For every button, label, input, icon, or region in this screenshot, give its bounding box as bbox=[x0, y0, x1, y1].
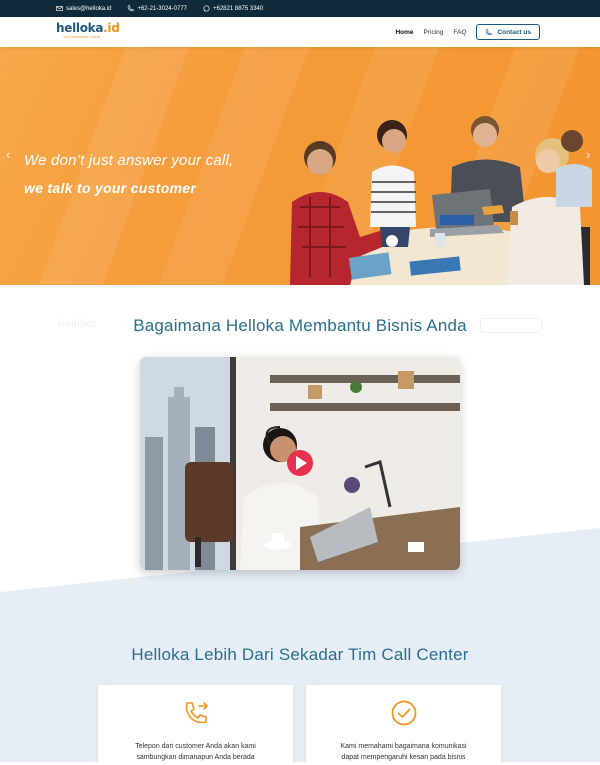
topbar-email[interactable]: sales@helloka.id bbox=[56, 5, 111, 12]
topbar-whatsapp[interactable]: +62821 8875 3340 bbox=[203, 5, 263, 12]
nav-item-home[interactable]: Home bbox=[395, 29, 413, 36]
contact-us-button[interactable]: Contact us bbox=[476, 24, 540, 40]
hero-team-photo bbox=[290, 116, 592, 285]
section-help-title: Bagaimana Helloka Membantu Bisnis Anda bbox=[133, 316, 467, 335]
hero-banner: ‹ › We don’t just answer your call, we t… bbox=[0, 47, 600, 285]
nav-menu: Home Pricing FAQ Contact us bbox=[395, 24, 540, 40]
hero-prev-arrow[interactable]: ‹ bbox=[6, 147, 10, 162]
topbar-phone[interactable]: +62-21-3024-0777 bbox=[127, 5, 187, 12]
hero-headline-line2: we talk to your customer bbox=[24, 180, 197, 196]
phone-icon bbox=[128, 5, 135, 12]
feature-card: Kami memahami bagaimana komunikasi dapat … bbox=[306, 685, 501, 765]
nav-item-faq[interactable]: FAQ bbox=[453, 29, 466, 36]
top-contact-bar: sales@helloka.id +62-21-3024-0777 +62821… bbox=[0, 0, 600, 17]
feature-card-text: Kami memahami bagaimana komunikasi dapat … bbox=[340, 743, 467, 761]
contact-us-label: Contact us bbox=[497, 28, 531, 36]
envelope-icon bbox=[56, 6, 63, 11]
feature-card-text: Telepon dari customer Anda akan kami samb… bbox=[135, 743, 256, 761]
logo-wordmark: helloka.id bbox=[56, 21, 120, 35]
site-logo[interactable]: helloka.id Your Impression Counts bbox=[56, 21, 120, 40]
nav-item-pricing[interactable]: Pricing bbox=[424, 29, 444, 36]
whatsapp-icon bbox=[203, 5, 210, 12]
topbar-phone-text: +62-21-3024-0777 bbox=[137, 5, 187, 12]
main-navbar: helloka.id Your Impression Counts Home P… bbox=[0, 17, 600, 47]
topbar-email-text: sales@helloka.id bbox=[66, 5, 112, 12]
hero-headline-line1: We don’t just answer your call, bbox=[24, 152, 234, 169]
section-more-title: Helloka Lebih Dari Sekadar Tim Call Cent… bbox=[131, 645, 469, 664]
phone-forward-icon bbox=[185, 702, 208, 724]
phone-icon bbox=[486, 28, 492, 35]
logo-tagline: Your Impression Counts bbox=[63, 35, 101, 39]
topbar-whatsapp-text: +62821 8875 3340 bbox=[213, 5, 264, 12]
intro-video[interactable] bbox=[140, 357, 460, 570]
feature-card: Telepon dari customer Anda akan kami samb… bbox=[98, 685, 293, 765]
video-thumbnail bbox=[140, 357, 460, 570]
check-circle-icon bbox=[391, 700, 417, 726]
